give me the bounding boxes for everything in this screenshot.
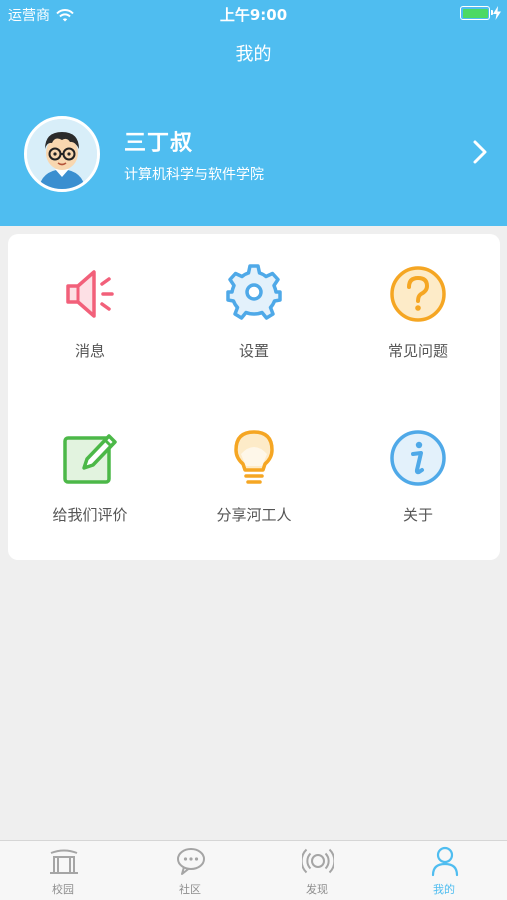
gear-icon [226, 264, 282, 320]
tab-label: 发现 [306, 883, 328, 896]
question-icon [390, 266, 446, 322]
person-icon [431, 846, 459, 877]
info-icon [390, 430, 446, 486]
menu-item-label: 给我们评价 [52, 506, 128, 524]
menu-item-messages[interactable]: 消息 [8, 234, 172, 364]
menu-item-label: 消息 [74, 342, 105, 360]
menu-item-settings[interactable]: 设置 [172, 234, 336, 364]
menu-item-label: 设置 [238, 342, 269, 360]
tab-campus[interactable]: 校园 [0, 841, 126, 900]
avatar[interactable] [24, 116, 100, 192]
menu-item-faq[interactable]: 常见问题 [336, 234, 500, 364]
user-name: 三丁叔 [124, 131, 194, 156]
broadcast-icon [302, 848, 334, 874]
edit-note-icon [63, 434, 117, 484]
menu-item-rate-us[interactable]: 给我们评价 [8, 398, 172, 528]
status-bar: 运营商 上午9:00 [0, 0, 507, 28]
megaphone-icon [66, 270, 114, 318]
tab-mine[interactable]: 我的 [381, 841, 507, 900]
battery-fill [462, 8, 488, 18]
battery-icon [460, 6, 493, 20]
chevron-right-icon[interactable] [466, 138, 494, 166]
status-time: 上午9:00 [219, 6, 288, 24]
user-school: 计算机科学与软件学院 [124, 167, 264, 183]
menu-card: 消息 设置 常见问题 给我们评价 分享河工人 关于 [8, 234, 500, 560]
tab-label: 社区 [179, 883, 201, 896]
profile-header: 运营商 上午9:00 我的 三丁叔 计算机科学与软件学院 [0, 0, 507, 226]
lightbulb-icon [234, 430, 274, 484]
menu-item-label: 常见问题 [387, 342, 448, 360]
tab-bar: 校园 社区 发现 我的 [0, 840, 507, 900]
battery-tip [491, 10, 493, 15]
avatar-boy-icon [27, 119, 97, 189]
menu-item-label: 分享河工人 [216, 506, 292, 524]
battery-indicator [460, 6, 501, 20]
tab-discover[interactable]: 发现 [254, 841, 380, 900]
campus-gate-icon [50, 849, 78, 874]
charging-bolt-icon [493, 6, 501, 20]
menu-item-label: 关于 [402, 506, 433, 524]
tab-label: 我的 [433, 883, 455, 896]
page-title: 我的 [235, 44, 272, 65]
tab-community[interactable]: 社区 [127, 841, 253, 900]
profile-row[interactable]: 三丁叔 计算机科学与软件学院 [0, 112, 507, 192]
chat-bubble-icon [177, 848, 205, 875]
menu-item-about[interactable]: 关于 [336, 398, 500, 528]
tab-label: 校园 [52, 883, 74, 896]
menu-item-share[interactable]: 分享河工人 [172, 398, 336, 528]
